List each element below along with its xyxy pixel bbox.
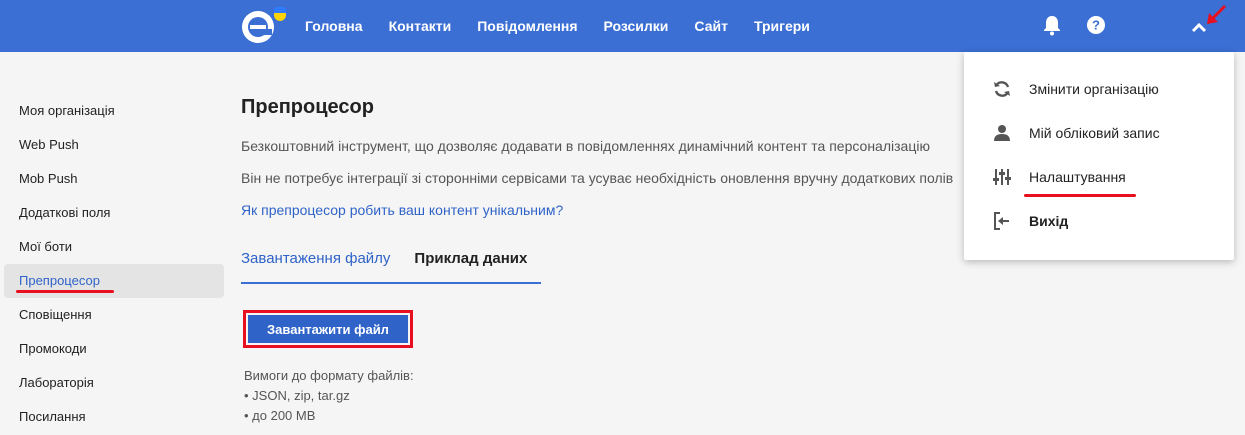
description-line-1: Безкоштовний інструмент, що дозволяє дод… [241, 138, 930, 154]
nav-messages[interactable]: Повідомлення [477, 18, 577, 34]
menu-item-label: Змінити організацію [1029, 81, 1159, 97]
main-nav: Головна Контакти Повідомлення Розсилки С… [305, 0, 836, 52]
nav-site[interactable]: Сайт [694, 18, 728, 34]
menu-item-logout[interactable]: Вихід [964, 200, 1234, 244]
tabs: Завантаження файлу Приклад даних [241, 246, 541, 284]
menu-item-settings[interactable]: Налаштування [964, 156, 1234, 200]
sidebar: Моя організація Web Push Mob Push Додатк… [0, 94, 224, 434]
help-icon[interactable]: ? [1085, 14, 1107, 36]
annotation-highlight-box: Завантажити файл [243, 310, 413, 348]
refresh-icon [994, 81, 1010, 97]
file-requirements: Вимоги до формату файлів: JSON, zip, tar… [244, 366, 414, 426]
description-line-2: Він не потребує інтеграції зі сторонніми… [241, 170, 954, 186]
nav-home[interactable]: Головна [305, 18, 363, 34]
sliders-icon [993, 169, 1011, 185]
nav-contacts[interactable]: Контакти [389, 18, 452, 34]
sidebar-item-mob-push[interactable]: Mob Push [0, 162, 224, 196]
menu-item-label: Налаштування [1029, 169, 1126, 185]
sidebar-item-extra-fields[interactable]: Додаткові поля [0, 196, 224, 230]
requirement-item: до 200 MB [244, 406, 414, 426]
bell-icon[interactable] [1041, 14, 1063, 36]
sidebar-item-preprocessor[interactable]: Препроцесор [4, 264, 224, 298]
upload-file-button[interactable]: Завантажити файл [248, 315, 408, 343]
menu-item-label: Вихід [1029, 213, 1069, 229]
sidebar-item-web-push[interactable]: Web Push [0, 128, 224, 162]
requirements-title: Вимоги до формату файлів: [244, 368, 414, 383]
page-title: Препроцесор [241, 96, 374, 118]
main-content: Препроцесор Безкоштовний інструмент, що … [241, 96, 1001, 423]
account-dropdown-menu: Змінити організацію Мій обліковий запис … [964, 52, 1234, 260]
requirement-item: JSON, zip, tar.gz [244, 386, 414, 406]
logo[interactable] [240, 7, 288, 45]
tab-file-upload[interactable]: Завантаження файлу [241, 246, 390, 282]
user-icon [994, 125, 1010, 141]
annotation-arrow-icon [1207, 4, 1227, 24]
nav-triggers[interactable]: Тригери [754, 18, 810, 34]
help-link[interactable]: Як препроцесор робить ваш контент унікал… [241, 200, 1001, 220]
logout-icon [994, 212, 1009, 230]
menu-item-my-account[interactable]: Мій обліковий запис [964, 112, 1234, 156]
sidebar-item-laboratory[interactable]: Лабораторія [0, 366, 224, 400]
annotation-underline [16, 290, 114, 293]
sidebar-item-links[interactable]: Посилання [0, 400, 224, 434]
sidebar-item-promocodes[interactable]: Промокоди [0, 332, 224, 366]
sidebar-item-label: Препроцесор [19, 273, 100, 288]
top-bar: Головна Контакти Повідомлення Розсилки С… [0, 0, 1245, 52]
tab-data-example[interactable]: Приклад даних [414, 246, 527, 282]
sidebar-item-my-bots[interactable]: Мої боти [0, 230, 224, 264]
sidebar-item-notifications[interactable]: Сповіщення [0, 298, 224, 332]
annotation-underline [1024, 194, 1136, 197]
menu-item-change-organization[interactable]: Змінити організацію [964, 68, 1234, 112]
sidebar-item-my-organization[interactable]: Моя організація [0, 94, 224, 128]
svg-text:?: ? [1092, 18, 1100, 33]
menu-item-label: Мій обліковий запис [1029, 125, 1160, 141]
nav-mailings[interactable]: Розсилки [604, 18, 669, 34]
